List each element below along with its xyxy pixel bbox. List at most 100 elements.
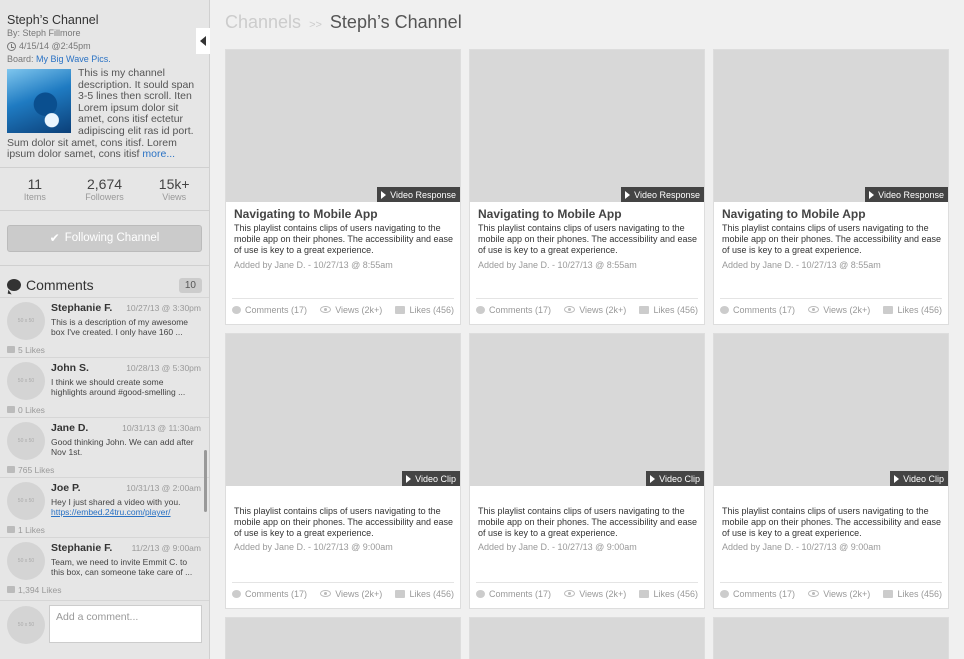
comment-item: 50 x 50 Joe P. 10/31/13 @ 2:00am Hey I j… [0,476,209,537]
video-card[interactable]: Video Response Navigating to Mobile App … [469,49,705,325]
comments-count-text: Comments (17) [245,304,308,315]
avatar[interactable]: 50 x 50 [7,301,45,340]
comment-likes[interactable]: 5 Likes [7,345,45,355]
views-count: Views (2k+) [320,589,382,599]
comment-author[interactable]: Jane D. [51,422,88,434]
video-thumbnail[interactable] [714,334,948,486]
likes-count[interactable]: Likes (456) [395,589,454,599]
channel-stats: 11 Items 2,674 Followers 15k+ Views [0,166,209,211]
more-link[interactable]: more... [142,148,175,160]
checkmark-icon: ✔ [49,231,60,246]
video-thumbnail[interactable] [714,618,948,659]
thumbs-up-icon [7,586,15,594]
comment-time: 10/28/13 @ 5:30pm [126,362,201,373]
eye-icon [564,306,576,313]
avatar[interactable]: 50 x 50 [7,361,45,400]
thumbs-up-icon [395,305,406,314]
comments-count[interactable]: Comments (17) [232,305,307,315]
comments-scrollbar[interactable] [204,450,207,512]
comment-likes[interactable]: 1,394 Likes [7,585,61,595]
comments-count[interactable]: Comments (17) [232,589,307,599]
comment-link[interactable]: https://embed.24tru.com/player/ [51,507,171,517]
stat-label: Followers [85,191,124,202]
thumbs-up-icon [639,589,650,598]
video-card[interactable]: Video Clip This playlist contains clips … [469,333,705,609]
clock-icon [7,42,16,51]
video-thumbnail[interactable] [226,50,460,202]
following-channel-button[interactable]: ✔ Following Channel [7,224,202,252]
comment-item: 50 x 50 Stephanie F. 11/2/13 @ 9:00am Te… [0,536,209,597]
video-type-badge: Video Clip [890,471,948,486]
video-type-label: Video Response [390,189,456,200]
comment-likes[interactable]: 0 Likes [7,405,45,415]
video-type-badge: Video Response [377,187,460,202]
channel-date: 4/15/14 @2:45pm [7,40,202,53]
comment-time: 10/31/13 @ 2:00am [126,482,201,493]
video-card[interactable] [225,617,461,659]
breadcrumb-channels[interactable]: Channels [225,12,301,33]
views-count-text: Views (2k+) [823,588,871,599]
stat-followers: 2,674 Followers [70,176,140,202]
comment-icon [720,589,729,598]
channel-author: By: Steph Fillmore [7,28,81,38]
video-meta: Added by Jane D. - 10/27/13 @ 8:55am [478,260,637,270]
video-card[interactable] [713,617,949,659]
stat-label: Items [23,191,46,202]
avatar[interactable]: 50 x 50 [7,421,45,460]
avatar[interactable]: 50 x 50 [7,481,45,520]
likes-count[interactable]: Likes (456) [883,589,942,599]
video-description: This playlist contains clips of users na… [722,506,941,538]
video-card[interactable]: Video Clip This playlist contains clips … [225,333,461,609]
views-count-text: Views (2k+) [335,588,383,599]
comment-item: 50 x 50 John S. 10/28/13 @ 5:30pm I thin… [0,356,209,417]
video-type-badge: Video Response [621,187,704,202]
comments-count[interactable]: Comments (17) [476,305,551,315]
video-thumbnail[interactable] [470,50,704,202]
likes-count[interactable]: Likes (456) [639,589,698,599]
video-title[interactable]: Navigating to Mobile App [722,207,866,221]
video-footer: Comments (17) Views (2k+) Likes (456) [720,298,942,320]
comments-count[interactable]: Comments (17) [720,589,795,599]
comments-count[interactable]: Comments (17) [476,589,551,599]
comments-count-text: Comments (17) [245,588,308,599]
video-card[interactable]: Video Clip This playlist contains clips … [713,333,949,609]
video-thumbnail[interactable] [226,334,460,486]
views-count: Views (2k+) [564,305,626,315]
comments-count[interactable]: Comments (17) [720,305,795,315]
video-card[interactable] [469,617,705,659]
comment-likes[interactable]: 1 Likes [7,525,45,535]
likes-count[interactable]: Likes (456) [395,305,454,315]
eye-icon [808,590,820,597]
following-channel-label: Following Channel [64,232,160,245]
board-link[interactable]: My Big Wave Pics. [36,54,111,64]
add-comment-input[interactable] [49,605,202,643]
video-footer: Comments (17) Views (2k+) Likes (456) [476,298,698,320]
likes-count[interactable]: Likes (456) [639,305,698,315]
avatar[interactable]: 50 x 50 [7,541,45,580]
stat-views: 15k+ Views [139,176,209,202]
video-thumbnail[interactable] [714,50,948,202]
video-thumbnail[interactable] [226,618,460,659]
comment-author[interactable]: John S. [51,362,89,374]
stat-label: Views [162,191,187,202]
video-footer: Comments (17) Views (2k+) Likes (456) [232,582,454,604]
breadcrumb-separator: >> [309,19,322,31]
comment-likes[interactable]: 765 Likes [7,465,54,475]
video-title[interactable]: Navigating to Mobile App [234,207,378,221]
likes-count-text: Likes (456) [653,304,698,315]
video-title[interactable]: Navigating to Mobile App [478,207,622,221]
collapse-sidebar-button[interactable] [196,28,210,54]
video-thumbnail[interactable] [470,334,704,486]
comment-author[interactable]: Stephanie F. [51,542,112,554]
comment-author[interactable]: Stephanie F. [51,302,112,314]
thumbs-up-icon [883,305,894,314]
video-card[interactable]: Video Response Navigating to Mobile App … [225,49,461,325]
video-thumbnail[interactable] [470,618,704,659]
video-description: This playlist contains clips of users na… [478,223,697,255]
likes-count[interactable]: Likes (456) [883,305,942,315]
thumbs-up-icon [883,589,894,598]
video-card[interactable]: Video Response Navigating to Mobile App … [713,49,949,325]
video-type-badge: Video Response [865,187,948,202]
comment-author[interactable]: Joe P. [51,482,81,494]
video-meta: Added by Jane D. - 10/27/13 @ 9:00am [234,542,393,552]
